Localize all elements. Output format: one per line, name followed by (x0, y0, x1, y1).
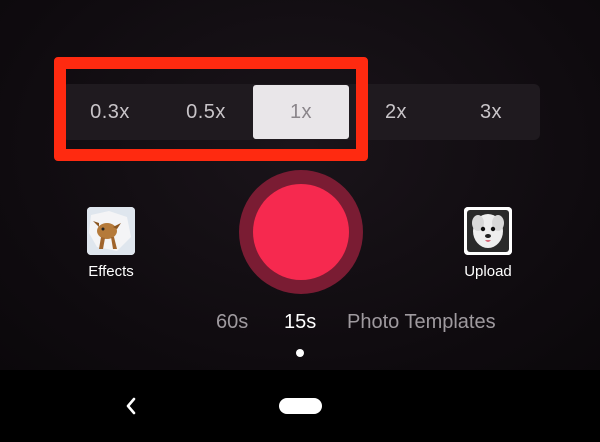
upload-label: Upload (464, 263, 512, 280)
back-chevron-icon[interactable] (124, 396, 138, 416)
record-icon (253, 184, 349, 280)
duration-tab-15s[interactable]: 15s (284, 311, 316, 334)
effects-button[interactable]: Effects (71, 207, 151, 280)
effects-thumbnail-icon (87, 207, 135, 255)
effects-label: Effects (88, 263, 134, 280)
duration-tab-photo-templates[interactable]: Photo Templates (347, 311, 496, 334)
upload-button[interactable]: Upload (448, 207, 528, 280)
gallery-thumbnail-icon (464, 207, 512, 255)
home-pill-icon[interactable] (279, 398, 322, 414)
record-button[interactable] (239, 170, 363, 294)
duration-tab-60s[interactable]: 60s (216, 311, 248, 334)
zoom-option-3x[interactable]: 3x (443, 84, 539, 140)
page-indicator-dot (296, 349, 304, 357)
annotation-highlight-box (54, 57, 368, 161)
